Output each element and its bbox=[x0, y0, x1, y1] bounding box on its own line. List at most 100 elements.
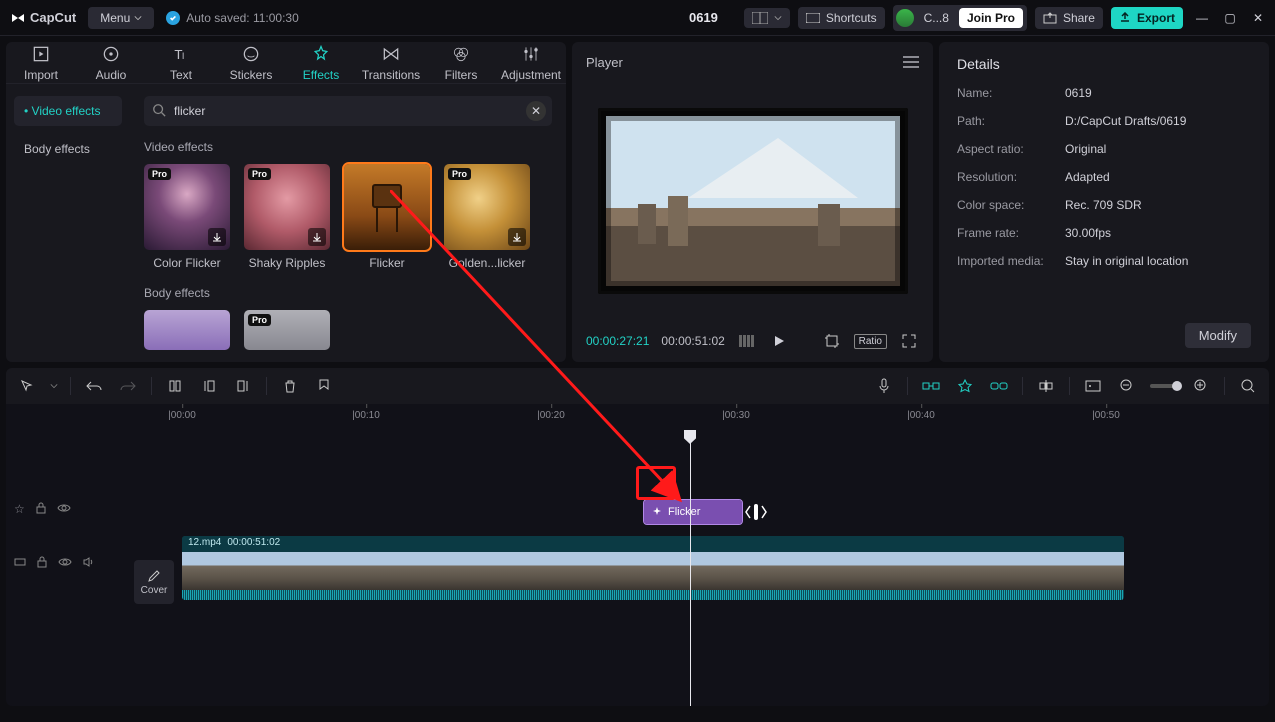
align-tool[interactable] bbox=[1035, 376, 1057, 396]
window-minimize[interactable]: — bbox=[1195, 11, 1209, 25]
ratio-button[interactable]: Ratio bbox=[854, 334, 887, 349]
visibility-icon[interactable] bbox=[58, 556, 72, 571]
clip-duration: 00:00:51:02 bbox=[227, 537, 280, 551]
pro-badge: Pro bbox=[248, 314, 271, 326]
autosave-status: Auto saved: 11:00:30 bbox=[166, 11, 299, 25]
capcut-icon bbox=[10, 10, 26, 26]
zoom-in[interactable] bbox=[1190, 376, 1212, 396]
chevron-down-icon[interactable] bbox=[50, 382, 58, 390]
preview-canvas[interactable] bbox=[598, 108, 908, 294]
layout-button[interactable] bbox=[744, 8, 790, 28]
search-input[interactable] bbox=[144, 96, 552, 126]
clear-search-button[interactable]: ✕ bbox=[526, 101, 546, 121]
video-track-controls bbox=[14, 556, 94, 571]
zoom-slider[interactable] bbox=[1150, 384, 1178, 388]
playhead[interactable] bbox=[690, 430, 691, 706]
trim-left-tool[interactable] bbox=[198, 376, 220, 396]
timeline-ruler[interactable]: |00:00 |00:10 |00:20 |00:30 |00:40 |00:5… bbox=[136, 404, 1259, 430]
detail-resolution: Adapted bbox=[1065, 170, 1110, 184]
lock-icon[interactable] bbox=[36, 556, 48, 571]
join-pro-badge[interactable]: Join Pro bbox=[959, 8, 1023, 28]
titlebar: CapCut Menu Auto saved: 11:00:30 0619 Sh… bbox=[0, 0, 1275, 36]
pencil-icon bbox=[147, 569, 161, 583]
nav-text[interactable]: TIText bbox=[146, 42, 216, 83]
effect-color-flicker[interactable]: ProColor Flicker bbox=[144, 164, 230, 270]
effect-clip-flicker[interactable]: Flicker bbox=[644, 500, 742, 524]
export-button[interactable]: Export bbox=[1111, 7, 1183, 29]
select-tool[interactable] bbox=[16, 376, 38, 396]
columns-icon[interactable] bbox=[737, 331, 757, 351]
section-title-video: Video effects bbox=[144, 140, 552, 154]
zoom-out[interactable] bbox=[1116, 376, 1138, 396]
layout-icon bbox=[752, 12, 768, 24]
undo-button[interactable] bbox=[83, 376, 105, 396]
check-icon bbox=[166, 11, 180, 25]
timecode-duration: 00:00:51:02 bbox=[661, 334, 724, 348]
cover-button[interactable]: Cover bbox=[134, 560, 174, 604]
nav-filters[interactable]: Filters bbox=[426, 42, 496, 83]
detail-colorspace: Rec. 709 SDR bbox=[1065, 198, 1142, 212]
body-effect-item-2[interactable]: Pro bbox=[244, 310, 330, 350]
download-icon[interactable] bbox=[208, 228, 226, 246]
player-menu-icon[interactable] bbox=[903, 56, 919, 68]
clip-edge-handle[interactable] bbox=[740, 496, 772, 528]
nav-transitions[interactable]: Transitions bbox=[356, 42, 426, 83]
redo-button bbox=[117, 376, 139, 396]
fullscreen-icon[interactable] bbox=[899, 331, 919, 351]
download-icon[interactable] bbox=[508, 228, 526, 246]
sparkle-icon bbox=[652, 507, 662, 517]
favorite-icon[interactable]: ☆ bbox=[14, 502, 25, 517]
shortcuts-button[interactable]: Shortcuts bbox=[798, 7, 885, 29]
timecode-current: 00:00:27:21 bbox=[586, 334, 649, 348]
marker-tool[interactable] bbox=[313, 376, 335, 396]
nav-audio[interactable]: Audio bbox=[76, 42, 146, 83]
share-icon bbox=[1043, 12, 1057, 24]
zoom-fit[interactable] bbox=[1237, 376, 1259, 396]
delete-tool[interactable] bbox=[279, 376, 301, 396]
timeline[interactable]: |00:00 |00:10 |00:20 |00:30 |00:40 |00:5… bbox=[6, 404, 1269, 706]
player-panel: Player 00:00:27:21 00:00:51:02 bbox=[572, 42, 933, 362]
window-maximize[interactable]: ▢ bbox=[1223, 11, 1237, 25]
subnav-video-effects[interactable]: Video effects bbox=[14, 96, 122, 126]
trim-right-tool[interactable] bbox=[232, 376, 254, 396]
lock-icon[interactable] bbox=[35, 502, 47, 517]
effect-flicker[interactable]: Flicker bbox=[344, 164, 430, 270]
preview-image bbox=[598, 108, 908, 294]
link-toggle[interactable] bbox=[988, 376, 1010, 396]
transitions-icon bbox=[381, 44, 401, 64]
visibility-icon[interactable] bbox=[57, 502, 71, 517]
body-effect-item-1[interactable] bbox=[144, 310, 230, 350]
menu-button[interactable]: Menu bbox=[88, 7, 154, 29]
keyboard-icon bbox=[806, 13, 820, 23]
subnav-body-effects[interactable]: Body effects bbox=[14, 134, 122, 164]
modify-button[interactable]: Modify bbox=[1185, 323, 1251, 348]
window-close[interactable]: ✕ bbox=[1251, 11, 1265, 25]
crop-icon[interactable] bbox=[822, 331, 842, 351]
snap-main-toggle[interactable] bbox=[920, 376, 942, 396]
split-tool[interactable] bbox=[164, 376, 186, 396]
effect-golden-flicker[interactable]: ProGolden...licker bbox=[444, 164, 530, 270]
media-panel: Import Audio TIText Stickers Effects Tra… bbox=[6, 42, 566, 362]
snap-auto-toggle[interactable] bbox=[954, 376, 976, 396]
section-title-body: Body effects bbox=[144, 286, 552, 300]
mic-button[interactable] bbox=[873, 376, 895, 396]
nav-stickers[interactable]: Stickers bbox=[216, 42, 286, 83]
collapse-icon[interactable] bbox=[14, 556, 26, 571]
adjustment-icon bbox=[521, 44, 541, 64]
nav-effects[interactable]: Effects bbox=[286, 42, 356, 83]
share-button[interactable]: Share bbox=[1035, 7, 1103, 29]
cloud-account[interactable]: C...8Join Pro bbox=[893, 5, 1027, 31]
video-clip[interactable]: 12.mp400:00:51:02 bbox=[182, 536, 1124, 600]
effect-shaky-ripples[interactable]: ProShaky Ripples bbox=[244, 164, 330, 270]
nav-import[interactable]: Import bbox=[6, 42, 76, 83]
mute-icon[interactable] bbox=[82, 556, 94, 571]
nav-adjustment[interactable]: Adjustment bbox=[496, 42, 566, 83]
project-name[interactable]: 0619 bbox=[689, 10, 718, 25]
effects-icon bbox=[311, 44, 331, 64]
app-name: CapCut bbox=[30, 10, 76, 25]
pro-badge: Pro bbox=[248, 168, 271, 180]
preview-render[interactable] bbox=[1082, 376, 1104, 396]
download-icon[interactable] bbox=[308, 228, 326, 246]
effects-subnav: Video effects Body effects bbox=[6, 84, 130, 362]
play-button[interactable] bbox=[769, 331, 789, 351]
